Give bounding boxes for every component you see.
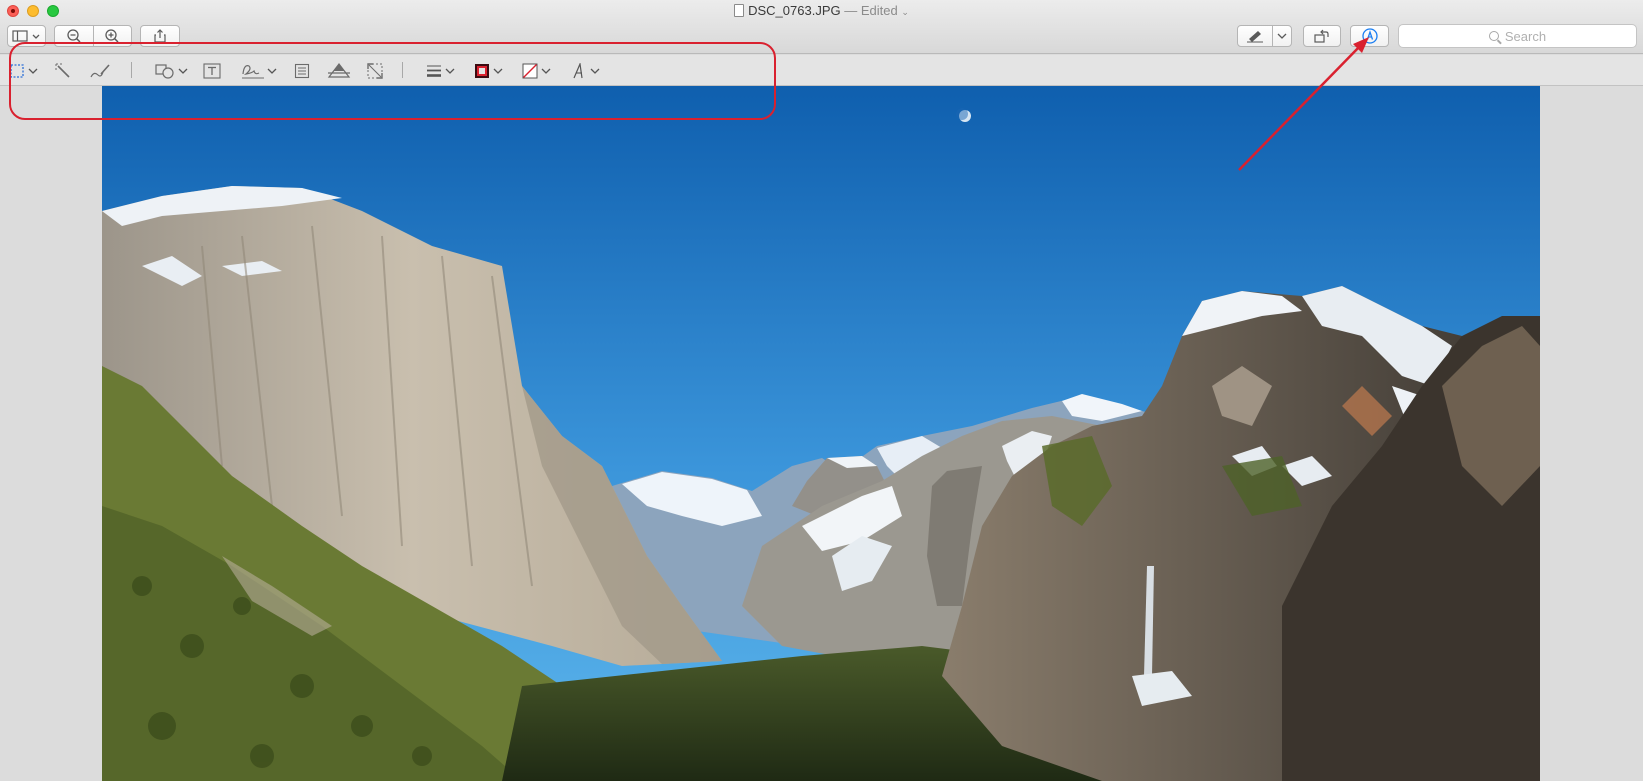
annotation-arrow	[1238, 37, 1369, 171]
